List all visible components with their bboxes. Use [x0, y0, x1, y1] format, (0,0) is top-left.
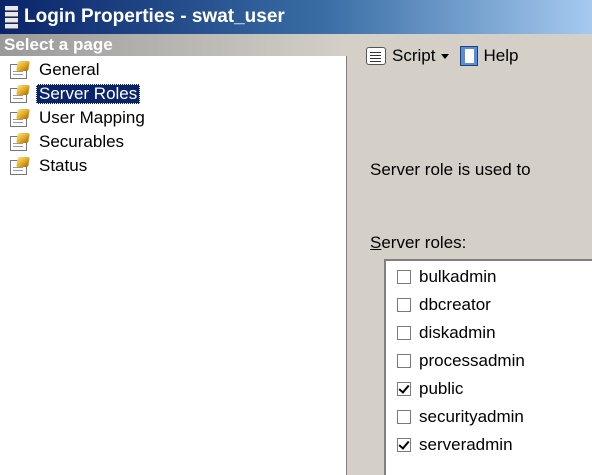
role-label: processadmin — [419, 351, 525, 370]
sidebar-item-securables[interactable]: Securables — [8, 130, 127, 154]
role-label: serveradmin — [419, 435, 513, 454]
role-checkbox[interactable] — [397, 438, 411, 452]
sidebar-item-label: User Mapping — [39, 108, 145, 127]
page-properties-icon — [8, 108, 30, 128]
sidebar-item-label: Server Roles — [36, 84, 141, 104]
script-button[interactable]: Script — [364, 45, 459, 67]
page-description: Server role is used to — [370, 160, 531, 179]
role-checkbox[interactable] — [397, 298, 411, 312]
role-securityadmin[interactable]: securityadmin — [397, 403, 524, 431]
role-checkbox[interactable] — [397, 382, 411, 396]
sidebar-item-general[interactable]: General — [8, 58, 102, 82]
role-bulkadmin[interactable]: bulkadmin — [397, 263, 497, 291]
server-roles-label: Server roles: — [370, 233, 466, 253]
help-book-icon — [459, 45, 479, 67]
role-label: bulkadmin — [419, 267, 497, 286]
role-label: diskadmin — [419, 323, 496, 342]
role-label: securityadmin — [419, 407, 524, 426]
server-roles-list[interactable]: bulkadmin dbcreator diskadmin processadm… — [384, 259, 592, 475]
script-icon — [364, 45, 388, 67]
script-button-label: Script — [392, 46, 436, 65]
sidebar-item-user-mapping[interactable]: User Mapping — [8, 106, 148, 130]
server-roles-label-rest: erver roles: — [381, 233, 467, 252]
sidebar-item-label: Securables — [39, 132, 125, 151]
select-page-header: Select a page — [0, 34, 347, 56]
role-checkbox[interactable] — [397, 326, 411, 340]
role-processadmin[interactable]: processadmin — [397, 347, 525, 375]
page-list: General Server Roles User Mapping Secura… — [0, 56, 347, 475]
window-icon — [5, 6, 18, 29]
role-label: public — [419, 379, 464, 398]
role-dbcreator[interactable]: dbcreator — [397, 291, 491, 319]
role-label: dbcreator — [419, 295, 491, 314]
sidebar-item-status[interactable]: Status — [8, 154, 90, 178]
page-properties-icon — [8, 156, 30, 176]
role-diskadmin[interactable]: diskadmin — [397, 319, 496, 347]
sidebar-item-label: General — [39, 60, 100, 79]
page-properties-icon — [8, 84, 30, 104]
help-button-label: Help — [483, 46, 519, 65]
help-button[interactable]: Help — [459, 45, 518, 67]
window-title: Login Properties - swat_user — [24, 6, 285, 27]
server-roles-label-accel: S — [370, 233, 382, 252]
role-public[interactable]: public — [397, 375, 463, 403]
role-checkbox[interactable] — [397, 410, 411, 424]
role-checkbox[interactable] — [397, 270, 411, 284]
role-serveradmin[interactable]: serveradmin — [397, 431, 513, 459]
sidebar-item-label: Status — [39, 156, 88, 175]
sidebar-item-server-roles[interactable]: Server Roles — [8, 82, 141, 106]
page-properties-icon — [8, 132, 30, 152]
role-checkbox[interactable] — [397, 354, 411, 368]
toolbar: Script Help — [348, 34, 592, 78]
title-bar[interactable]: Login Properties - swat_user — [0, 0, 592, 34]
page-properties-icon — [8, 60, 30, 80]
chevron-down-icon[interactable] — [441, 53, 450, 59]
